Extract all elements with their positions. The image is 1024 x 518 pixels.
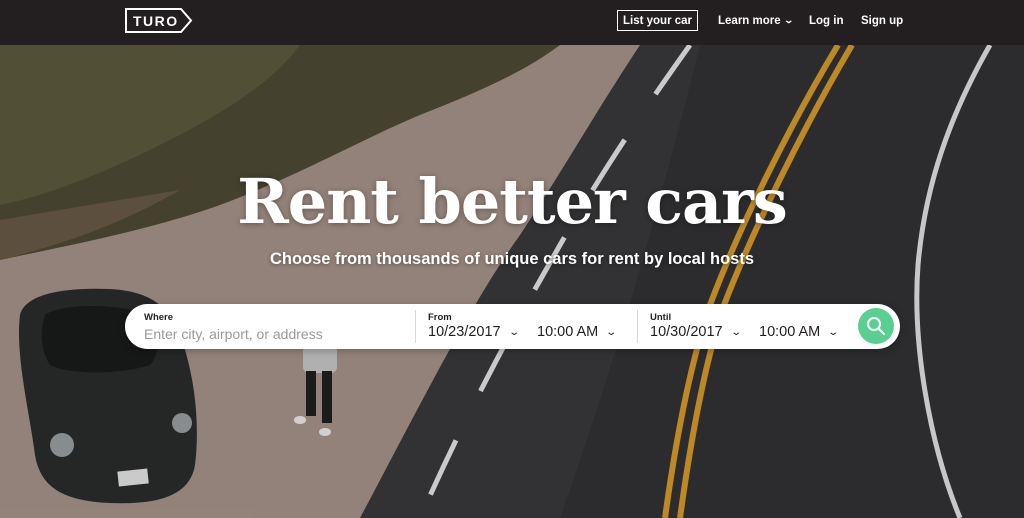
until-time-select[interactable]: 10:00 AM ⌄ — [759, 324, 840, 340]
sign-up-label: Sign up — [861, 14, 904, 27]
chevron-down-icon: ⌄ — [783, 15, 794, 25]
chevron-down-icon: ⌄ — [605, 326, 618, 338]
until-date-value: 10/30/2017 — [650, 324, 723, 340]
logo-text: TURO — [133, 13, 179, 29]
until-field: Until 10/30/2017 ⌄ 10:00 AM ⌄ — [650, 304, 860, 349]
chevron-down-icon: ⌄ — [729, 326, 742, 338]
until-time-value: 10:00 AM — [759, 324, 821, 340]
list-your-car-button[interactable]: List your car — [617, 10, 698, 31]
top-navbar: TURO List your car Learn more ⌄ Log in S… — [0, 0, 1024, 45]
list-your-car-label: List your car — [622, 14, 693, 27]
search-button[interactable] — [858, 308, 894, 344]
learn-more-label: Learn more — [718, 14, 781, 27]
where-label: Where — [144, 312, 174, 323]
hero-section: Rent better cars Choose from thousands o… — [0, 45, 1024, 518]
search-bar: Where From 10/23/2017 ⌄ 10:00 AM ⌄ Until… — [125, 304, 900, 349]
log-in-link[interactable]: Log in — [809, 10, 844, 31]
learn-more-menu[interactable]: Learn more ⌄ — [718, 10, 794, 31]
from-time-value: 10:00 AM — [537, 324, 599, 340]
log-in-label: Log in — [809, 14, 844, 27]
from-date-value: 10/23/2017 — [428, 324, 501, 340]
chevron-down-icon: ⌄ — [827, 326, 840, 338]
from-date-select[interactable]: 10/23/2017 ⌄ — [428, 324, 520, 340]
search-icon — [867, 317, 886, 336]
hero-background-image — [0, 45, 1024, 518]
until-date-select[interactable]: 10/30/2017 ⌄ — [650, 324, 742, 340]
from-label: From — [428, 312, 452, 323]
turo-logo-mark: TURO — [125, 8, 193, 33]
from-time-select[interactable]: 10:00 AM ⌄ — [537, 324, 618, 340]
where-input[interactable] — [144, 325, 409, 343]
sign-up-link[interactable]: Sign up — [861, 10, 903, 31]
until-label: Until — [650, 312, 672, 323]
divider — [415, 310, 416, 343]
hero-subheadline: Choose from thousands of unique cars for… — [269, 250, 755, 268]
hero-headline: Rent better cars — [237, 165, 788, 238]
divider — [637, 310, 638, 343]
from-field: From 10/23/2017 ⌄ 10:00 AM ⌄ — [428, 304, 638, 349]
chevron-down-icon: ⌄ — [507, 326, 520, 338]
where-field: Where — [144, 304, 409, 349]
turo-logo[interactable]: TURO — [125, 8, 193, 33]
